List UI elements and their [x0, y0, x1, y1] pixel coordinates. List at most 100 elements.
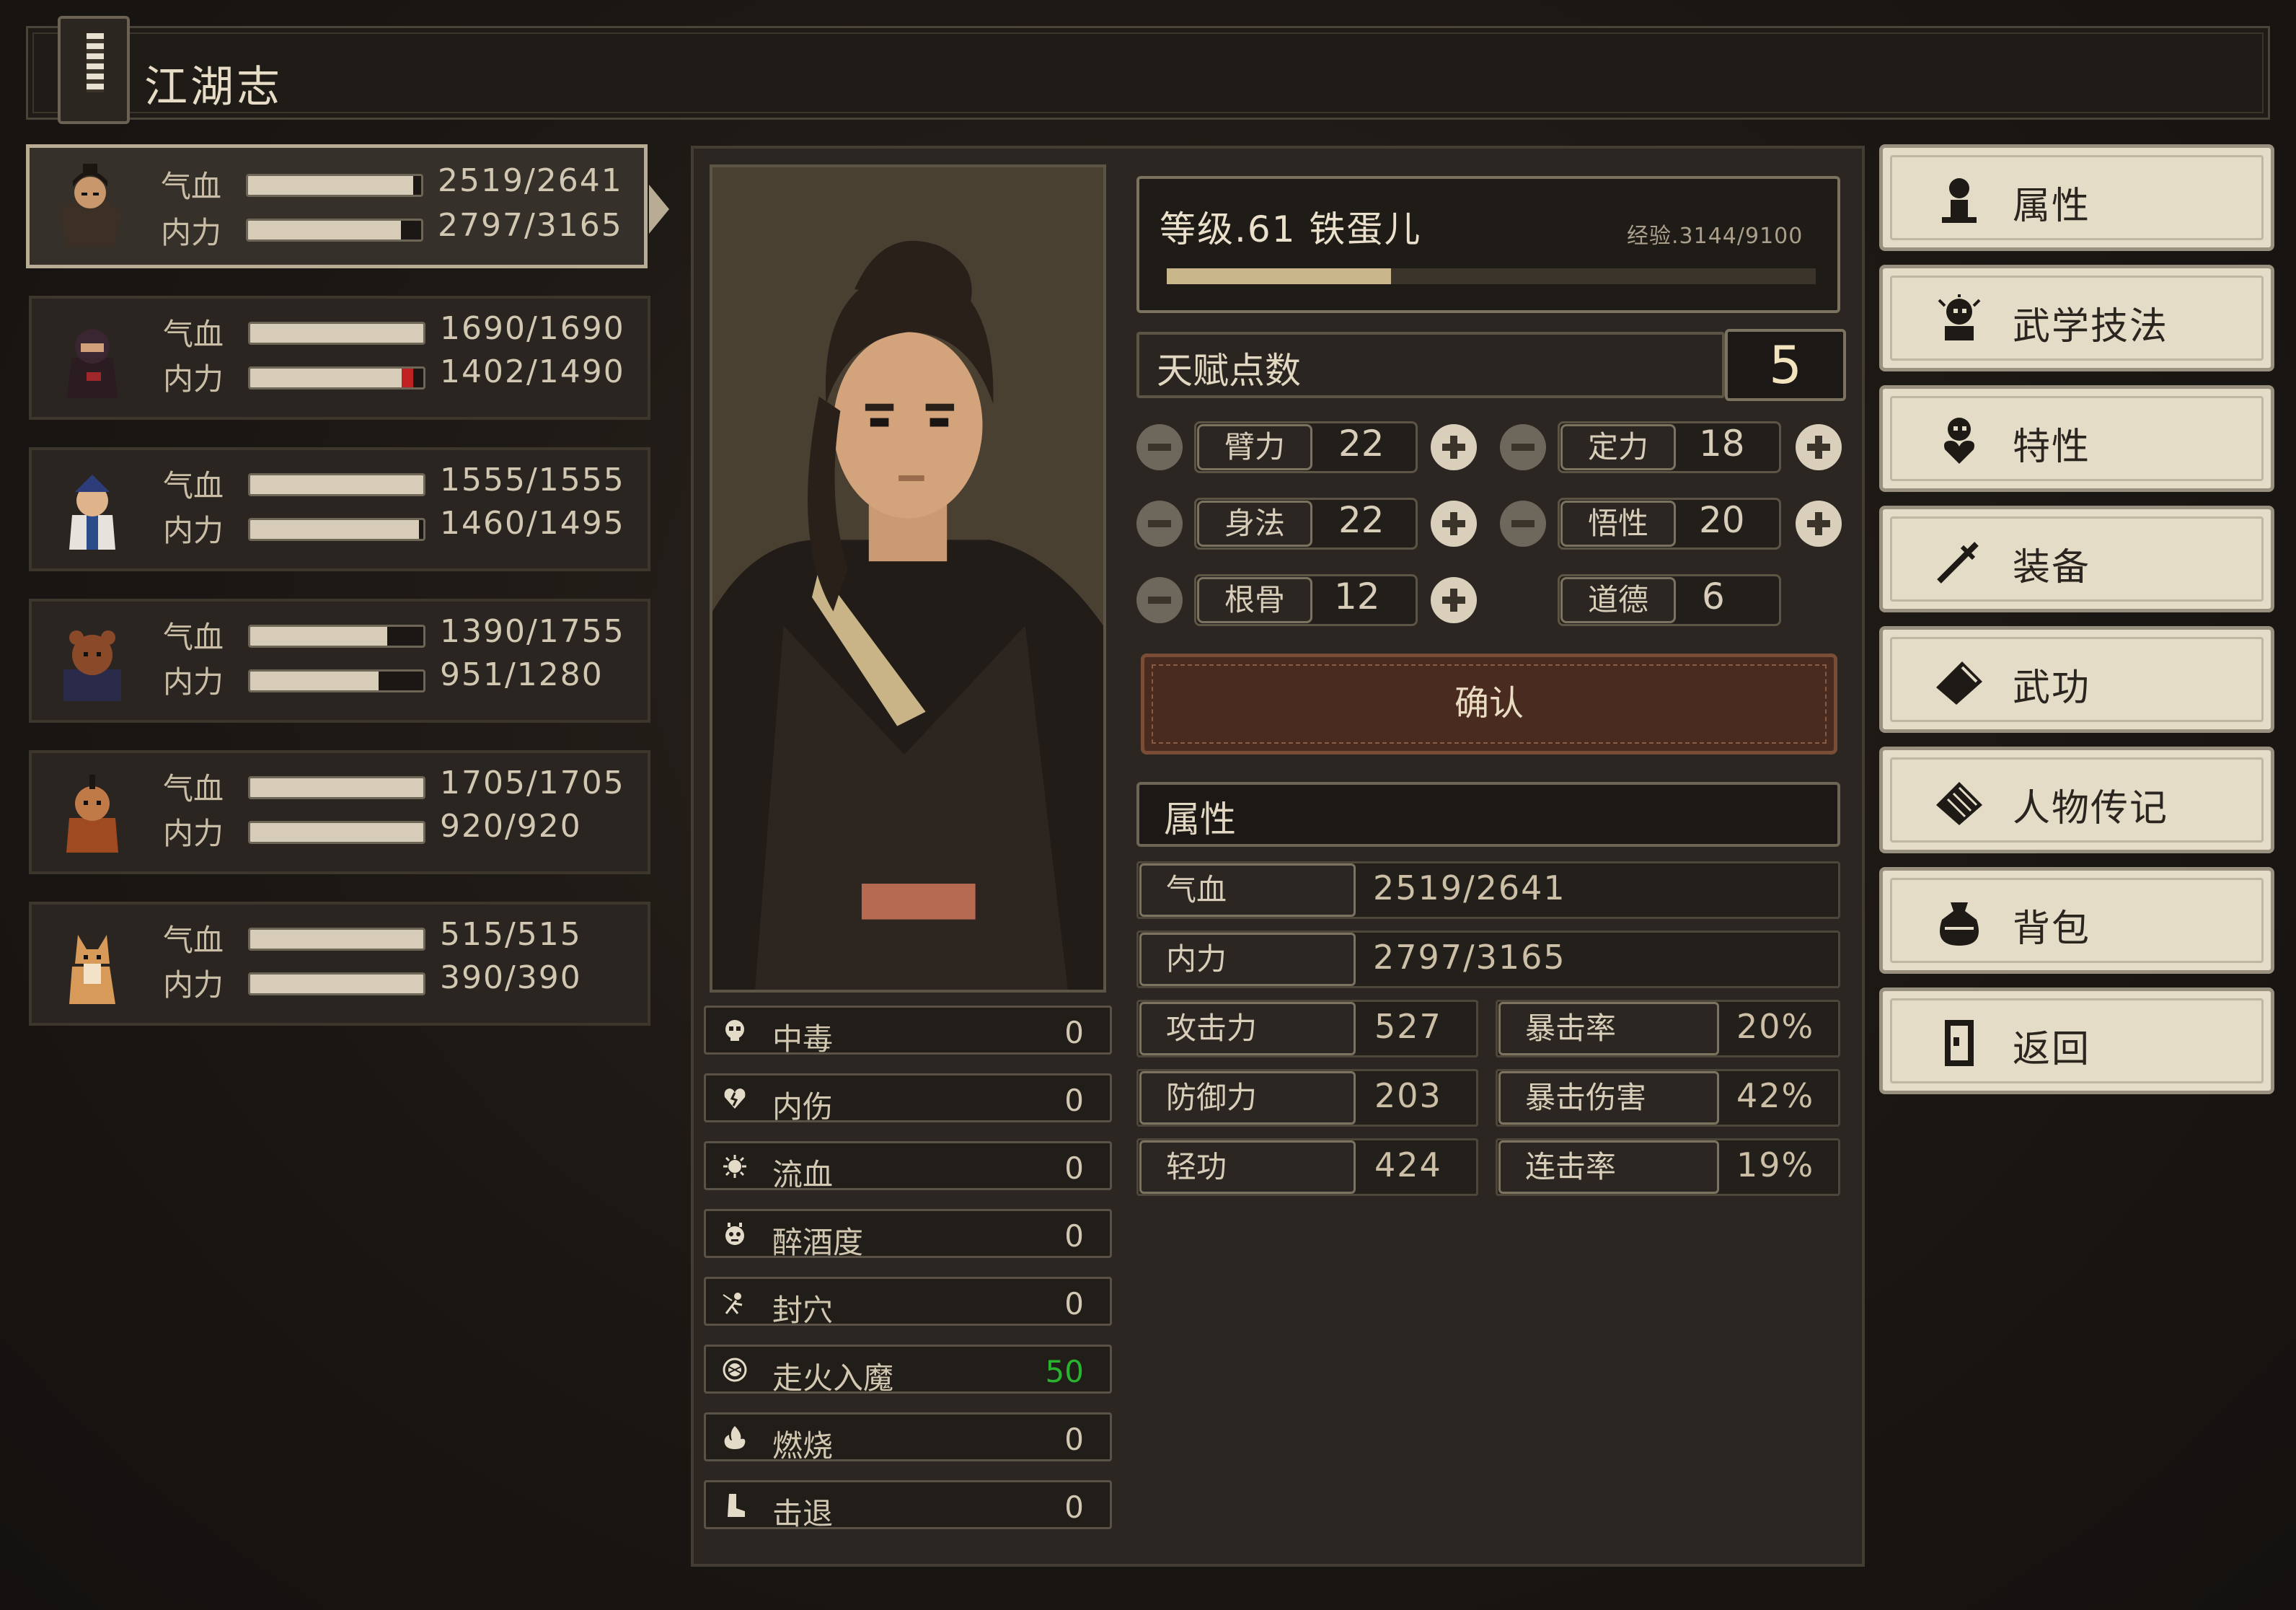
hp-value: 1390/1755 [440, 613, 625, 650]
boot-icon [728, 1494, 745, 1517]
party-member-2[interactable]: 气血 内力 1690/1690 1402/1490 [29, 296, 650, 420]
stat-value: 6 [1702, 576, 1725, 617]
status-value: 0 [1064, 1083, 1084, 1118]
decrease-agility-button[interactable] [1136, 501, 1183, 547]
fire-icon [724, 1426, 746, 1449]
status-row-bleeding: 流血 0 [704, 1141, 1112, 1192]
status-name: 内伤 [772, 1089, 834, 1125]
mp-value: 390/390 [440, 959, 582, 996]
stat-value: 18 [1699, 423, 1745, 465]
status-name: 中毒 [772, 1021, 834, 1057]
hp-bar [246, 174, 423, 197]
stat-name: 臂力 [1197, 424, 1312, 470]
menu-label: 人物传记 [2013, 787, 2169, 830]
increase-insight-button[interactable] [1796, 501, 1842, 547]
stat-value: 20 [1699, 499, 1745, 541]
attr-value: 2797/3165 [1373, 938, 1566, 977]
hp-bar [248, 776, 425, 799]
decrease-strength-button[interactable] [1136, 424, 1183, 470]
status-name: 醉酒度 [772, 1225, 864, 1260]
attr-value: 2519/2641 [1373, 868, 1566, 907]
menu-inventory[interactable]: 背包 [1879, 867, 2274, 974]
status-name: 走火入魔 [772, 1360, 894, 1396]
status-name: 封穴 [772, 1293, 834, 1328]
menu-martial-arts[interactable]: 武功 [1879, 626, 2274, 733]
hp-label: 气血 [163, 317, 224, 352]
book-icon [58, 16, 130, 124]
attr-label: 攻击力 [1139, 1002, 1356, 1055]
experience-text: 经验.3144/9100 [1627, 224, 1803, 249]
attr-value: 42% [1736, 1076, 1815, 1115]
blood-icon [723, 1155, 746, 1178]
menu-equipment[interactable]: 装备 [1879, 506, 2274, 612]
menu-martial-skills[interactable]: 武学技法 [1879, 265, 2274, 371]
status-value: 50 [1045, 1354, 1084, 1389]
attr-label: 轻功 [1139, 1140, 1356, 1194]
hp-label: 气血 [163, 771, 224, 806]
status-name: 流血 [772, 1157, 834, 1192]
mp-label: 内力 [163, 513, 224, 548]
attr-label: 暴击伤害 [1498, 1071, 1719, 1125]
hero-avatar [58, 164, 122, 247]
increase-strength-button[interactable] [1431, 424, 1477, 470]
hp-label: 气血 [163, 620, 224, 655]
increase-composure-button[interactable] [1796, 424, 1842, 470]
attr-value: 20% [1736, 1007, 1815, 1046]
mp-value: 1460/1495 [440, 505, 625, 542]
menu-return[interactable]: 返回 [1879, 987, 2274, 1094]
confirm-button[interactable]: 确认 [1141, 654, 1837, 755]
status-value: 0 [1064, 1490, 1084, 1525]
monk-avatar [66, 775, 118, 853]
status-name: 燃烧 [772, 1428, 834, 1464]
party-member-4[interactable]: 气血 内力 1390/1755 951/1280 [29, 599, 650, 723]
level-name: 等级.61 铁蛋儿 [1160, 208, 1422, 250]
party-member-5[interactable]: 气血 内力 1705/1705 920/920 [29, 750, 650, 874]
attr-value: 203 [1374, 1076, 1442, 1115]
decrease-constitution-button[interactable] [1136, 577, 1183, 623]
mp-value: 2797/3165 [438, 207, 623, 244]
status-value: 0 [1064, 1286, 1084, 1321]
menu-label: 背包 [2013, 907, 2091, 951]
decrease-insight-button[interactable] [1500, 501, 1546, 547]
mp-value: 951/1280 [440, 656, 604, 693]
increase-constitution-button[interactable] [1431, 577, 1477, 623]
attr-label: 防御力 [1139, 1071, 1356, 1125]
hp-bar [248, 322, 425, 345]
talent-points-label: 天赋点数 [1157, 350, 1301, 392]
talent-points-count: 5 [1725, 329, 1846, 401]
mp-bar [246, 219, 423, 242]
hp-value: 515/515 [440, 916, 582, 953]
menu-traits[interactable]: 特性 [1879, 385, 2274, 492]
attributes-icon [1942, 178, 1977, 223]
stat-value: 12 [1334, 576, 1380, 617]
bag-icon [1940, 902, 1979, 946]
menu-biography[interactable]: 人物传记 [1879, 747, 2274, 853]
dog-avatar [69, 935, 115, 1004]
attr-label: 连击率 [1498, 1140, 1719, 1194]
status-value: 0 [1064, 1015, 1084, 1050]
party-member-3[interactable]: 气血 内力 1555/1555 1460/1495 [29, 447, 650, 571]
mp-value: 1402/1490 [440, 353, 625, 390]
martial-skill-icon [1938, 294, 1981, 340]
character-portrait [710, 164, 1106, 993]
stat-value: 22 [1338, 499, 1385, 541]
attributes-header [1136, 782, 1840, 847]
mp-value: 920/920 [440, 808, 582, 845]
party-member-1[interactable]: 气血 内力 2519/2641 2797/3165 [26, 144, 648, 268]
menu-label: 返回 [2013, 1028, 2091, 1071]
status-row-qi-deviation: 走火入魔 50 [704, 1345, 1112, 1396]
assassin-avatar [66, 329, 118, 398]
status-name: 击退 [772, 1496, 834, 1531]
menu-label: 装备 [2013, 546, 2091, 589]
hp-label: 气血 [163, 923, 224, 958]
menu-attributes[interactable]: 属性 [1879, 144, 2274, 251]
menu-label: 特性 [2013, 426, 2091, 469]
page-title: 江湖志 [144, 62, 283, 113]
hp-bar [248, 473, 425, 496]
stat-name: 道德 [1560, 577, 1676, 623]
party-member-6[interactable]: 气血 内力 515/515 390/390 [29, 902, 650, 1026]
decrease-composure-button[interactable] [1500, 424, 1546, 470]
scholar-avatar [69, 475, 115, 550]
hp-value: 2519/2641 [438, 162, 623, 199]
increase-agility-button[interactable] [1431, 501, 1477, 547]
